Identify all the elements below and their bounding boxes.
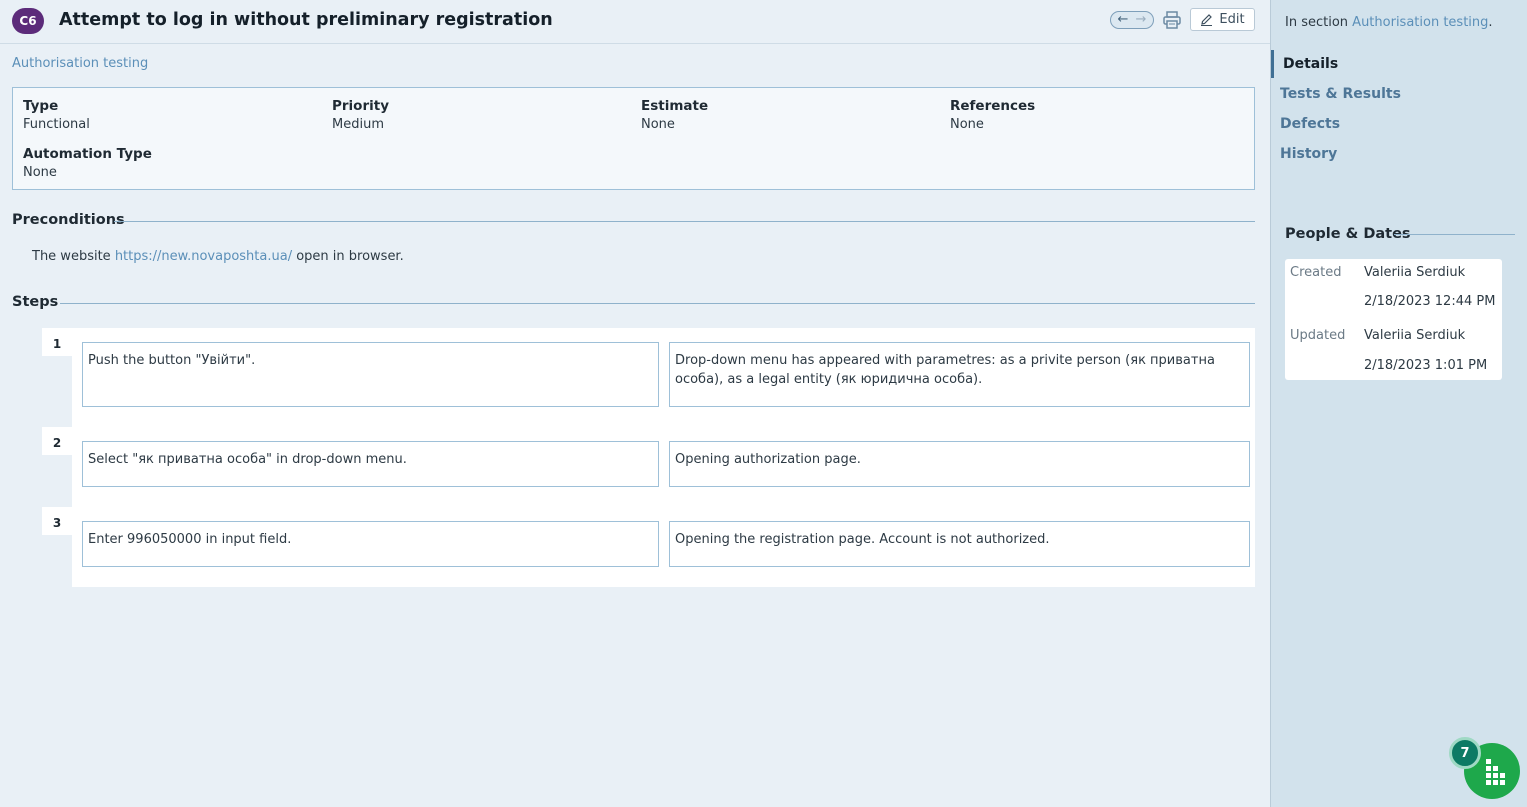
priority-label: Priority: [332, 98, 389, 114]
precondition-text-before: The website: [32, 249, 115, 264]
case-id-badge: C6: [12, 8, 44, 34]
sidebar-item-details[interactable]: Details: [1283, 56, 1338, 72]
references-field: References None: [950, 98, 1035, 132]
created-label: Created: [1290, 265, 1342, 280]
priority-field: Priority Medium: [332, 98, 389, 132]
updated-label: Updated: [1290, 328, 1346, 343]
estimate-field: Estimate None: [641, 98, 708, 132]
edit-button[interactable]: Edit: [1190, 8, 1255, 31]
automation-type-field: Automation Type None: [23, 146, 152, 180]
step-number: 2: [42, 427, 72, 455]
type-label: Type: [23, 98, 59, 114]
type-value: Functional: [23, 117, 90, 132]
step-action: Push the button "Увійти".: [82, 342, 659, 407]
updated-by: Valeriia Serdiuk: [1364, 328, 1466, 343]
preconditions-text: The website https://new.novaposhta.ua/ o…: [32, 249, 404, 264]
in-section-text: In section Authorisation testing.: [1285, 15, 1493, 30]
references-value: None: [950, 117, 984, 132]
case-navigation: ← →: [1110, 11, 1154, 29]
in-section-link[interactable]: Authorisation testing: [1352, 15, 1488, 30]
case-details-box: Type Functional Priority Medium Estimate…: [12, 87, 1255, 190]
automation-type-label: Automation Type: [23, 146, 152, 162]
steps-divider: [60, 303, 1255, 304]
precondition-text-after: open in browser.: [292, 249, 404, 264]
edit-label: Edit: [1219, 12, 1245, 27]
page-header: C6 Attempt to log in without preliminary…: [0, 0, 1270, 44]
step-action: Select "як приватна особа" in drop-down …: [82, 441, 659, 487]
breadcrumb-section-link[interactable]: Authorisation testing: [12, 56, 148, 71]
arrow-left-icon[interactable]: ←: [1118, 13, 1129, 27]
people-dates-heading: People & Dates: [1285, 226, 1411, 242]
arrow-right-icon[interactable]: →: [1136, 13, 1147, 27]
page-title: Attempt to log in without preliminary re…: [59, 10, 553, 30]
automation-type-value: None: [23, 165, 57, 180]
estimate-value: None: [641, 117, 675, 132]
in-section-prefix: In section: [1285, 15, 1353, 30]
step-number: 1: [42, 328, 72, 356]
created-date: 2/18/2023 12:44 PM: [1364, 294, 1496, 309]
preconditions-divider: [114, 221, 1255, 222]
sidebar-item-history[interactable]: History: [1280, 146, 1337, 162]
step-action: Enter 996050000 in input field.: [82, 521, 659, 567]
print-icon[interactable]: [1162, 10, 1182, 30]
steps-heading: Steps: [12, 294, 59, 310]
created-by: Valeriia Serdiuk: [1364, 265, 1466, 280]
priority-value: Medium: [332, 117, 384, 132]
sidebar-item-defects[interactable]: Defects: [1280, 116, 1340, 132]
people-dates-card: Created Valeriia Serdiuk 2/18/2023 12:44…: [1285, 259, 1502, 380]
in-section-suffix: .: [1488, 15, 1493, 30]
step-expected-result: Opening authorization page.: [669, 441, 1250, 487]
sidebar-item-tests-results[interactable]: Tests & Results: [1280, 86, 1401, 102]
step-number: 3: [42, 507, 72, 535]
step-expected-result: Opening the registration page. Account i…: [669, 521, 1250, 567]
main-content: C6 Attempt to log in without preliminary…: [0, 0, 1270, 807]
notification-count-badge[interactable]: 7: [1449, 737, 1481, 769]
people-dates-divider: [1394, 234, 1515, 235]
pencil-icon: [1201, 14, 1213, 26]
precondition-url-link[interactable]: https://new.novaposhta.ua/: [115, 249, 292, 264]
preconditions-heading: Preconditions: [12, 212, 125, 228]
updated-date: 2/18/2023 1:01 PM: [1364, 358, 1488, 373]
estimate-label: Estimate: [641, 98, 709, 114]
type-field: Type Functional: [23, 98, 90, 132]
active-nav-indicator: [1271, 50, 1274, 78]
step-expected-result: Drop-down menu has appeared with paramet…: [669, 342, 1250, 407]
references-label: References: [950, 98, 1036, 114]
